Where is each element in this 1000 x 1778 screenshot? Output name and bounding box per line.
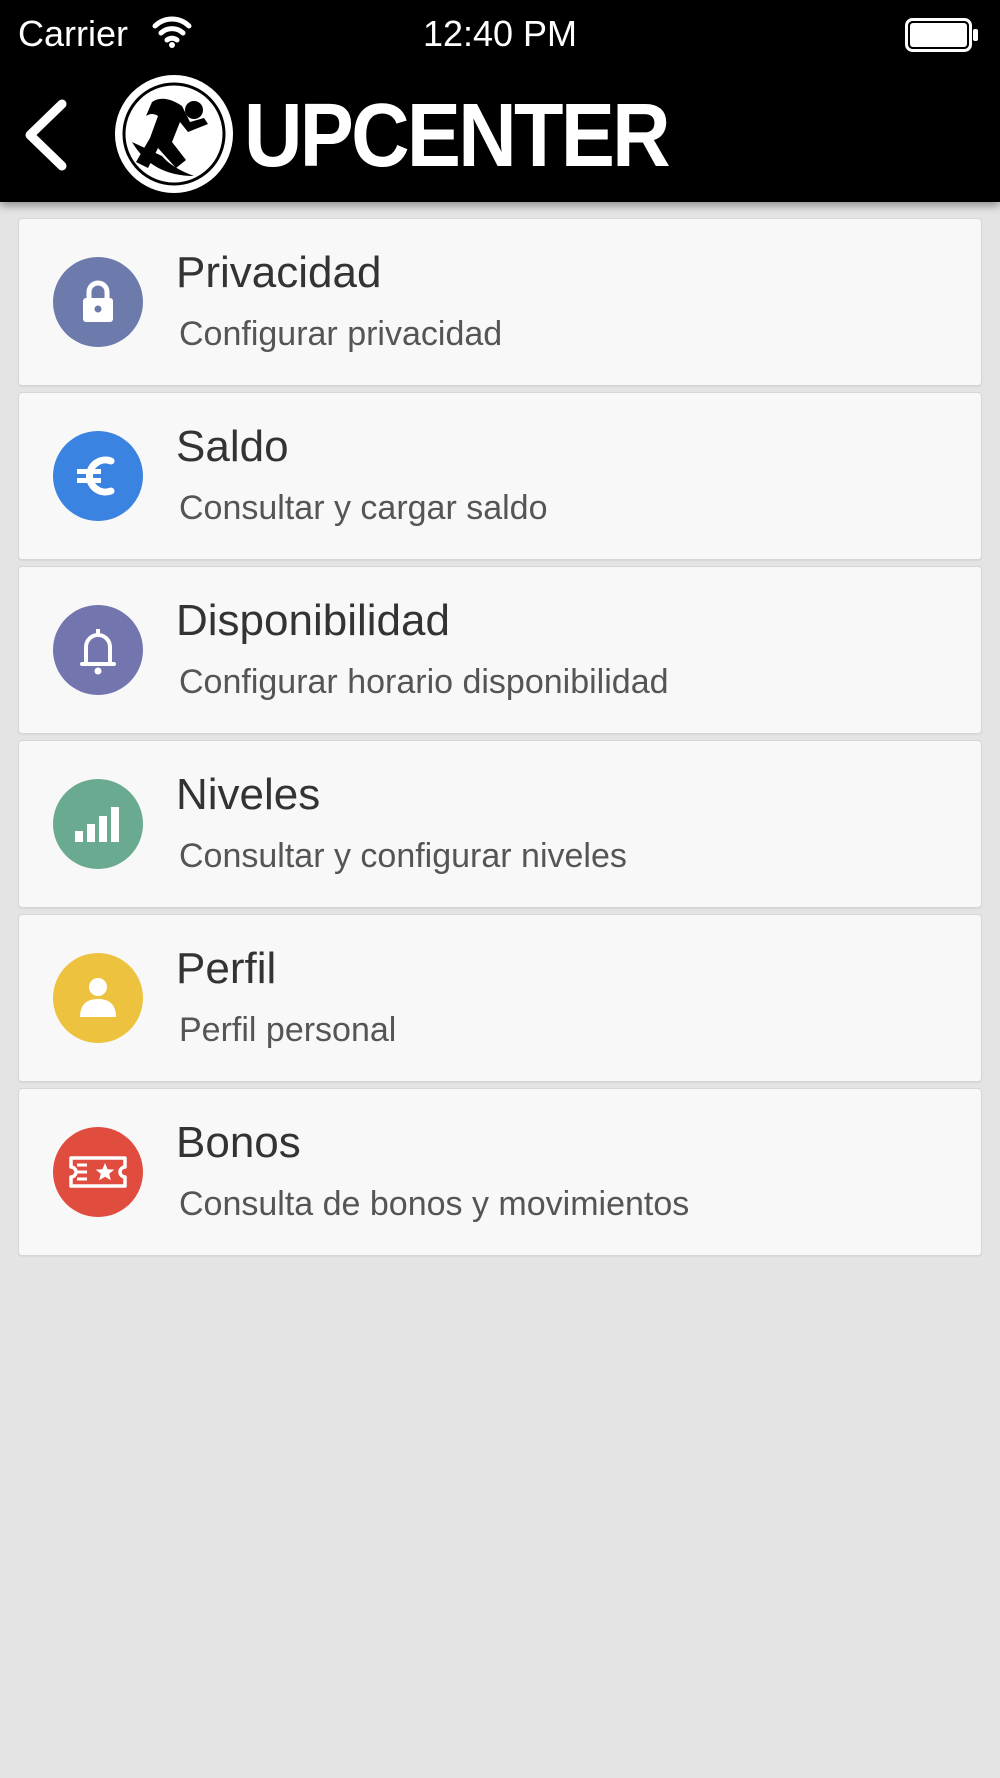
- battery-icon: [905, 18, 979, 52]
- menu-item-niveles[interactable]: Niveles Consultar y configurar niveles: [18, 740, 982, 908]
- menu-item-perfil[interactable]: Perfil Perfil personal: [18, 914, 982, 1082]
- menu-item-subtitle: Perfil personal: [179, 1011, 397, 1049]
- back-arrow-icon[interactable]: [18, 98, 78, 172]
- menu-item-title: Perfil: [176, 944, 277, 993]
- menu-item-subtitle: Consultar y cargar saldo: [179, 489, 548, 527]
- status-bar: Carrier 12:40 PM: [0, 0, 1000, 68]
- menu-item-disponibilidad[interactable]: Disponibilidad Configurar horario dispon…: [18, 566, 982, 734]
- ticket-icon: [53, 1127, 143, 1217]
- menu-item-subtitle: Configurar horario disponibilidad: [179, 663, 669, 701]
- logo-wordmark: UPCENTER: [244, 86, 671, 186]
- menu-item-privacidad[interactable]: Privacidad Configurar privacidad: [18, 218, 982, 386]
- runner-emblem-icon: [112, 72, 236, 196]
- menu-item-title: Privacidad: [176, 248, 382, 297]
- user-icon: [53, 953, 143, 1043]
- menu-item-title: Disponibilidad: [176, 596, 450, 645]
- menu-item-subtitle: Configurar privacidad: [179, 315, 503, 353]
- menu-item-subtitle: Consultar y configurar niveles: [179, 837, 627, 875]
- menu-item-bonos[interactable]: Bonos Consulta de bonos y movimientos: [18, 1088, 982, 1256]
- upcenter-logo: UPCENTER: [112, 72, 672, 196]
- menu-item-title: Saldo: [176, 422, 289, 471]
- settings-menu: Privacidad Configurar privacidad Saldo C…: [18, 218, 982, 1262]
- menu-item-title: Niveles: [176, 770, 321, 819]
- bell-icon: [53, 605, 143, 695]
- menu-item-title: Bonos: [176, 1118, 301, 1167]
- signal-bars-icon: [53, 779, 143, 869]
- clock: 12:40 PM: [422, 13, 578, 54]
- navigation-bar: UPCENTER: [0, 68, 1000, 202]
- menu-item-subtitle: Consulta de bonos y movimientos: [179, 1185, 690, 1223]
- euro-icon: [53, 431, 143, 521]
- menu-item-saldo[interactable]: Saldo Consultar y cargar saldo: [18, 392, 982, 560]
- lock-icon: [53, 257, 143, 347]
